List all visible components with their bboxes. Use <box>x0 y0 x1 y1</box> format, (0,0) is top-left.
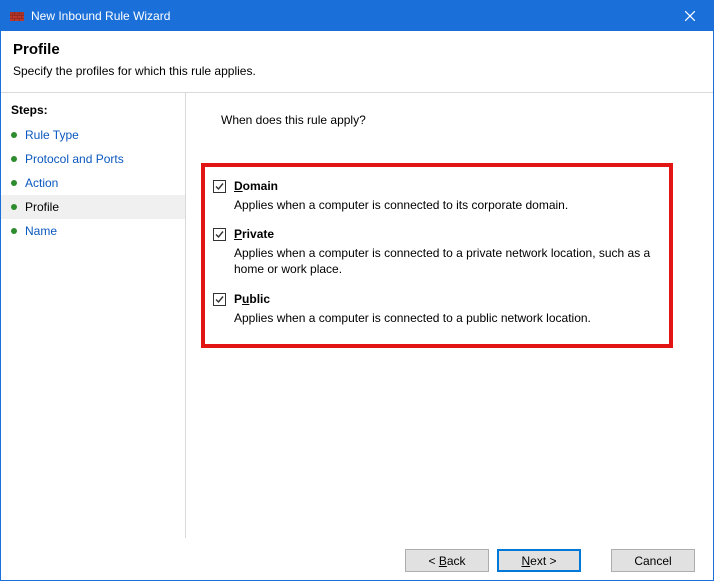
label-public: Public <box>234 292 270 306</box>
desc-public: Applies when a computer is connected to … <box>234 310 655 326</box>
page-description: Specify the profiles for which this rule… <box>13 64 701 78</box>
label-domain: Domain <box>234 179 278 193</box>
desc-domain: Applies when a computer is connected to … <box>234 197 655 213</box>
step-item-action[interactable]: Action <box>1 171 185 195</box>
step-label: Rule Type <box>25 128 79 142</box>
bullet-icon <box>11 180 17 186</box>
step-item-protocol-ports[interactable]: Protocol and Ports <box>1 147 185 171</box>
wizard-header: Profile Specify the profiles for which t… <box>1 31 713 93</box>
checkbox-public[interactable] <box>213 293 226 306</box>
highlight-box: Domain Applies when a computer is connec… <box>201 163 673 348</box>
close-button[interactable] <box>667 1 713 31</box>
question-text: When does this rule apply? <box>221 113 693 127</box>
option-domain: Domain <box>213 179 655 193</box>
close-icon <box>685 11 695 21</box>
desc-private: Applies when a computer is connected to … <box>234 245 655 277</box>
label-private: Private <box>234 227 274 241</box>
step-item-profile[interactable]: Profile <box>1 195 185 219</box>
step-item-name[interactable]: Name <box>1 219 185 243</box>
wizard-footer: < Back Next > Cancel <box>1 538 713 583</box>
checkmark-icon <box>214 229 225 240</box>
step-label: Profile <box>25 200 59 214</box>
step-label: Action <box>25 176 58 190</box>
back-button[interactable]: < Back <box>405 549 489 572</box>
bullet-icon <box>11 156 17 162</box>
steps-heading: Steps: <box>1 101 185 123</box>
step-item-rule-type[interactable]: Rule Type <box>1 123 185 147</box>
checkmark-icon <box>214 181 225 192</box>
titlebar: New Inbound Rule Wizard <box>1 1 713 31</box>
checkmark-icon <box>214 294 225 305</box>
step-label: Protocol and Ports <box>25 152 124 166</box>
checkbox-private[interactable] <box>213 228 226 241</box>
firewall-icon <box>9 8 25 24</box>
next-button[interactable]: Next > <box>497 549 581 572</box>
step-label: Name <box>25 224 57 238</box>
wizard-main: When does this rule apply? Domain Applie… <box>186 93 713 538</box>
window-title: New Inbound Rule Wizard <box>31 9 667 23</box>
bullet-icon <box>11 228 17 234</box>
checkbox-domain[interactable] <box>213 180 226 193</box>
bullet-icon <box>11 204 17 210</box>
bullet-icon <box>11 132 17 138</box>
steps-sidebar: Steps: Rule Type Protocol and Ports Acti… <box>1 93 186 538</box>
option-public: Public <box>213 292 655 306</box>
page-title: Profile <box>13 41 701 58</box>
cancel-button[interactable]: Cancel <box>611 549 695 572</box>
option-private: Private <box>213 227 655 241</box>
wizard-body: Steps: Rule Type Protocol and Ports Acti… <box>1 93 713 538</box>
